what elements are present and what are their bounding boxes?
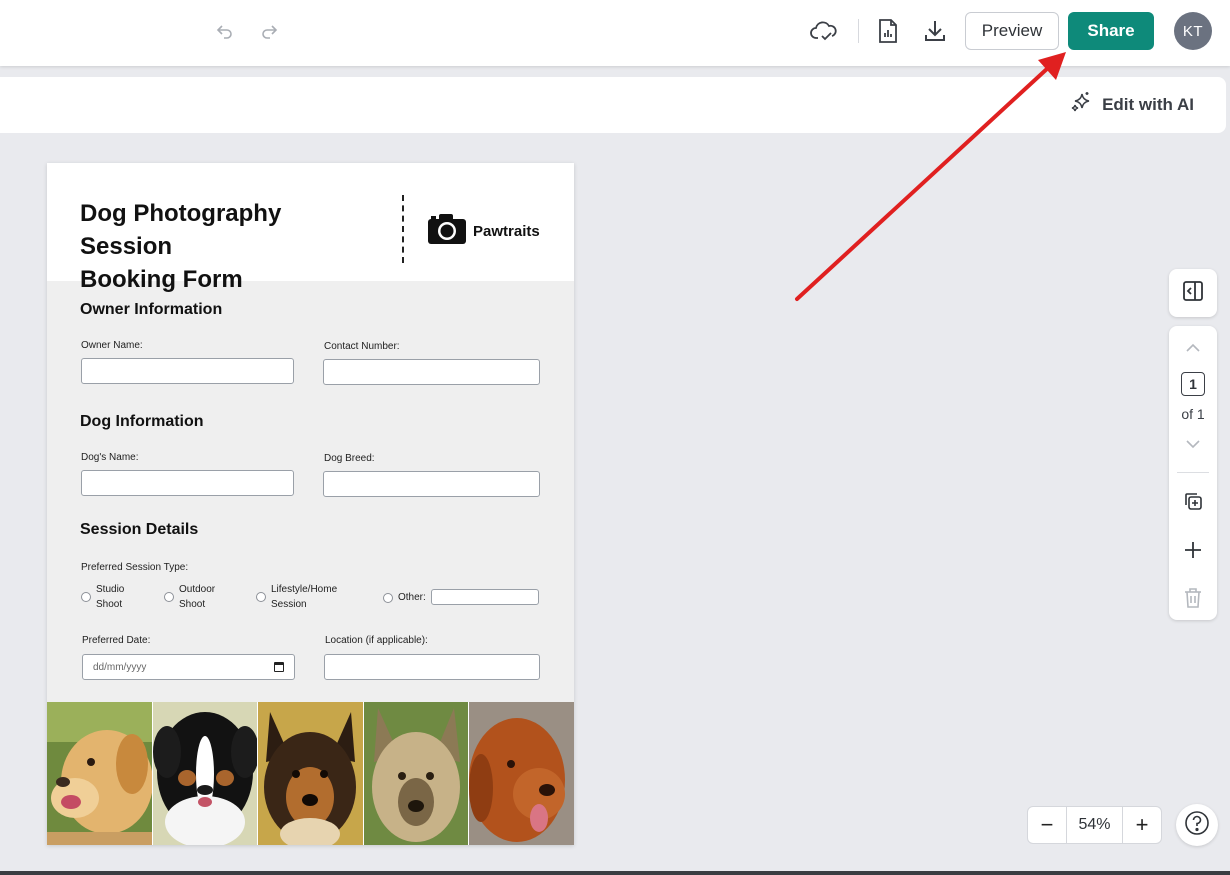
add-page-icon[interactable] [1181,538,1205,562]
report-icon[interactable] [874,16,902,46]
current-page-number[interactable]: 1 [1181,372,1205,396]
delete-page-icon[interactable] [1181,586,1205,610]
session-section-title: Session Details [80,521,199,538]
red-retriever-photo [469,702,574,845]
preferred-date-field[interactable]: dd/mm/yyyy [82,654,295,680]
edit-with-ai-label: Edit with AI [1102,94,1194,114]
location-label: Location (if applicable): [325,635,428,646]
form-page[interactable]: Dog Photography Session Booking Form Paw… [47,163,574,845]
sidebar-collapse-icon [1181,279,1205,308]
download-icon[interactable] [920,16,950,46]
calendar-icon[interactable] [274,662,284,672]
radio-button[interactable] [81,592,91,602]
header-divider [402,195,404,263]
dog-section-title: Dog Information [80,413,204,430]
form-header: Dog Photography Session Booking Form Paw… [47,163,574,293]
dog-name-field[interactable] [81,470,294,496]
radio-label: Outdoor Shoot [179,584,216,610]
radio-studio-shoot[interactable]: Studio Shoot [81,582,124,612]
brand-logo: Pawtraits [427,213,540,250]
preview-button[interactable]: Preview [965,12,1059,50]
session-type-label: Preferred Session Type: [81,562,189,573]
radio-lifestyle-home-session[interactable]: Lifestyle/Home Session [256,582,337,612]
radio-outdoor-shoot[interactable]: Outdoor Shoot [164,582,215,612]
duplicate-page-icon[interactable] [1181,489,1205,513]
other-session-field[interactable] [431,589,539,605]
radio-button[interactable] [256,592,266,602]
undo-icon[interactable] [212,18,238,44]
panel-divider [1177,472,1209,473]
contact-number-field[interactable] [323,359,540,385]
brand-name: Pawtraits [473,223,540,240]
radio-button[interactable] [383,592,393,603]
edit-with-ai-button[interactable]: Edit with AI [1070,91,1194,118]
radio-other[interactable]: Other: [383,590,426,605]
toolbar-divider [858,19,859,43]
form-title-line-2: Booking Form [80,266,243,293]
collie-photo [258,702,364,845]
page-count-label: of 1 [1181,406,1205,422]
zoom-control: − 54% + [1027,806,1162,844]
bottom-edge [0,871,1230,875]
form-title-line-1: Dog Photography Session [80,200,282,260]
date-placeholder: dd/mm/yyyy [93,661,147,673]
dog-photo-strip [47,702,574,845]
dog-breed-label: Dog Breed: [324,453,375,464]
chevron-up-icon[interactable] [1181,336,1205,360]
location-field[interactable] [324,654,540,680]
chevron-down-icon[interactable] [1181,432,1205,456]
preferred-date-label: Preferred Date: [82,635,151,646]
bernese-mountain-dog-photo [152,702,259,845]
ai-bar: Edit with AI [0,77,1226,133]
help-button[interactable] [1176,804,1218,846]
zoom-out-button[interactable]: − [1028,807,1066,843]
help-icon [1184,810,1210,841]
page-navigation-panel: 1 of 1 [1169,326,1217,620]
owner-name-label: Owner Name: [81,340,143,351]
golden-retriever-photo [47,702,153,845]
collapse-panel-button[interactable] [1169,269,1217,317]
dog-name-label: Dog's Name: [81,452,139,463]
redo-icon[interactable] [256,18,282,44]
owner-section-title: Owner Information [80,301,223,318]
radio-button[interactable] [164,592,174,602]
radio-label: Studio Shoot [96,584,125,610]
sparkles-icon [1070,91,1092,118]
form-title: Dog Photography Session Booking Form [80,197,380,296]
radio-label: Other: [398,592,426,603]
camera-icon [427,213,467,250]
zoom-level[interactable]: 54% [1066,807,1123,843]
dog-breed-field[interactable] [323,471,540,497]
zoom-in-button[interactable]: + [1123,807,1161,843]
avatar[interactable]: KT [1174,12,1212,50]
top-toolbar: Preview Share KT [0,0,1230,66]
cloud-saved-icon[interactable] [808,16,840,46]
shepherd-dog-photo [363,702,470,845]
owner-name-field[interactable] [81,358,294,384]
radio-label: Lifestyle/Home Session [271,584,338,610]
share-button[interactable]: Share [1068,12,1154,50]
contact-number-label: Contact Number: [324,341,400,352]
